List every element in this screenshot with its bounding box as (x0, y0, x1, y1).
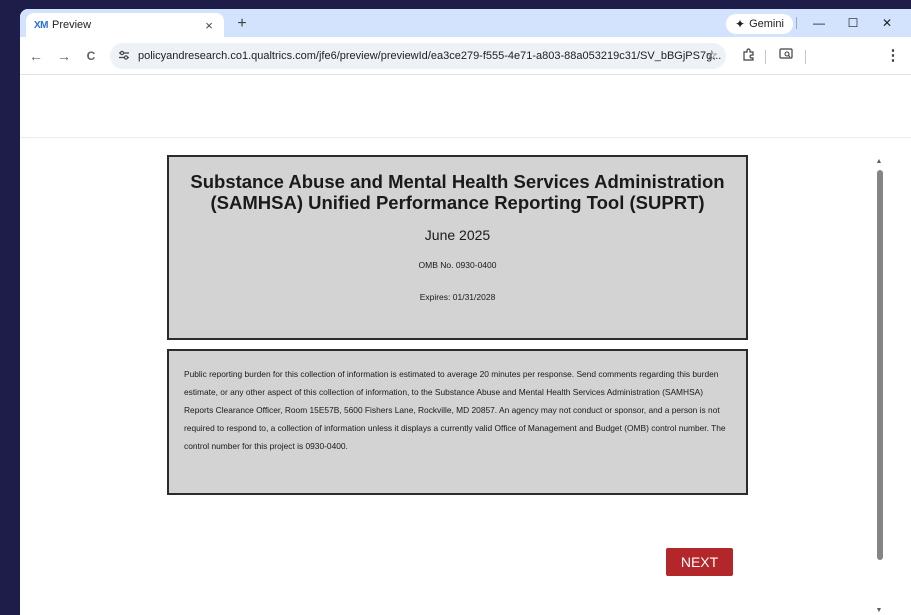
forward-button[interactable]: → (54, 46, 74, 66)
burden-statement-box: Public reporting burden for this collect… (167, 349, 748, 495)
new-tab-button[interactable]: + (232, 14, 252, 34)
maximize-button[interactable]: ☐ (840, 13, 866, 33)
browser-toolbar: ← → C policyandresearch.co1.qualtrics.co… (20, 37, 911, 75)
omb-number: OMB No. 0930-0400 (418, 260, 497, 270)
tabbar-divider (796, 17, 797, 29)
site-info-tune-icon[interactable] (118, 49, 138, 64)
survey-date: June 2025 (424, 227, 491, 243)
minimize-button[interactable]: — (806, 13, 832, 33)
browser-menu-icon[interactable]: ⋮ (884, 47, 902, 65)
gemini-sparkle-icon: ✦ (735, 17, 746, 31)
toolbar-divider (805, 50, 806, 64)
qualtrics-favicon-icon: XM (34, 19, 49, 31)
tab-preview[interactable]: XM Preview × (26, 13, 224, 37)
burden-statement: Public reporting burden for this collect… (184, 369, 726, 451)
toolbar-divider (765, 50, 766, 64)
survey-title-box: Substance Abuse and Mental Health Servic… (167, 155, 748, 340)
screen-search-icon[interactable] (777, 47, 795, 65)
close-window-button[interactable]: ✕ (874, 13, 900, 33)
url-text: policyandresearch.co1.qualtrics.com/jfe6… (138, 50, 722, 62)
page-scrollbar[interactable]: ▲ ▼ (874, 158, 884, 615)
next-button[interactable]: NEXT (666, 548, 733, 576)
browser-window: XM Preview × + ✦ Gemini — ☐ ✕ ← → C poli… (20, 9, 911, 615)
gemini-label: Gemini (749, 18, 784, 30)
back-button[interactable]: ← (26, 46, 46, 66)
address-bar[interactable]: policyandresearch.co1.qualtrics.com/jfe6… (110, 43, 726, 69)
expiration-date: Expires: 01/31/2028 (419, 292, 496, 302)
gemini-button[interactable]: ✦ Gemini (726, 14, 793, 34)
bookmark-star-icon[interactable]: ☆ (705, 47, 718, 64)
scrollbar-thumb[interactable] (877, 170, 883, 560)
extensions-puzzle-icon[interactable] (740, 47, 758, 65)
survey-title: Substance Abuse and Mental Health Servic… (190, 171, 725, 213)
survey-page: Substance Abuse and Mental Health Servic… (20, 76, 911, 615)
tab-bar: XM Preview × + ✦ Gemini — ☐ ✕ (20, 9, 911, 37)
reload-button[interactable]: C (81, 46, 101, 66)
scroll-down-arrow-icon[interactable]: ▼ (874, 607, 884, 615)
tab-close-icon[interactable]: × (202, 18, 216, 33)
scroll-up-arrow-icon[interactable]: ▲ (874, 158, 884, 166)
survey-header (20, 76, 911, 138)
tab-title: Preview (52, 19, 92, 31)
